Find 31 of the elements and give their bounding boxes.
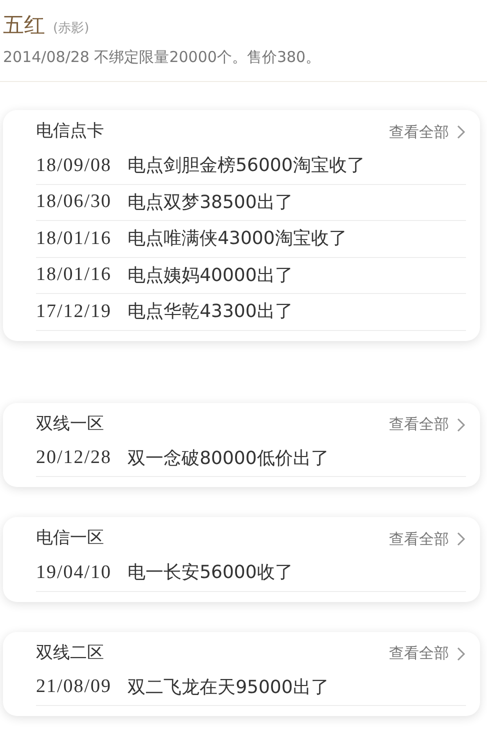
chevron-right-icon	[457, 646, 466, 660]
release-info: 2014/08/28 不绑定限量20000个。售价380。	[3, 46, 322, 68]
entry-date: 19/04/10	[36, 560, 112, 584]
entry-text: 电点唯满侠43000淘宝收了	[128, 227, 347, 252]
entry-date: 21/08/09	[36, 675, 112, 699]
entry-text: 电点双梦38500出了	[128, 190, 293, 215]
view-all-link[interactable]: 查看全部	[389, 528, 466, 550]
chevron-right-icon	[457, 418, 466, 432]
entry-text: 电一长安56000收了	[128, 561, 293, 586]
entry-text: 电点姨妈40000出了	[128, 264, 293, 288]
section-title: 双线一区	[36, 412, 104, 436]
title-tag: (赤影)	[53, 21, 90, 36]
page-title: 五红	[3, 13, 45, 37]
section-title: 电信一区	[36, 527, 104, 550]
entry-text: 双二飞龙在天95000出了	[128, 676, 329, 700]
view-all-link[interactable]: 查看全部	[389, 413, 466, 436]
chevron-right-icon	[457, 125, 466, 139]
entry-date: 18/01/16	[36, 226, 112, 250]
entry-date: 18/09/08	[36, 154, 112, 178]
entry-date: 18/01/16	[36, 263, 112, 287]
entry-date: 20/12/28	[36, 446, 112, 470]
entry-date: 17/12/19	[36, 300, 112, 324]
chevron-right-icon	[457, 532, 466, 546]
view-all-link[interactable]: 查看全部	[389, 120, 466, 144]
entry-text: 电点剑胆金榜56000淘宝收了	[128, 154, 365, 178]
entry-text: 双一念破80000低价出了	[128, 446, 329, 471]
view-all-link[interactable]: 查看全部	[389, 642, 466, 665]
entry-text: 电点华乾43300出了	[128, 300, 293, 324]
section-title: 双线二区	[36, 642, 104, 665]
entry-date: 18/06/30	[36, 190, 112, 214]
section-title: 电信点卡	[36, 120, 104, 144]
